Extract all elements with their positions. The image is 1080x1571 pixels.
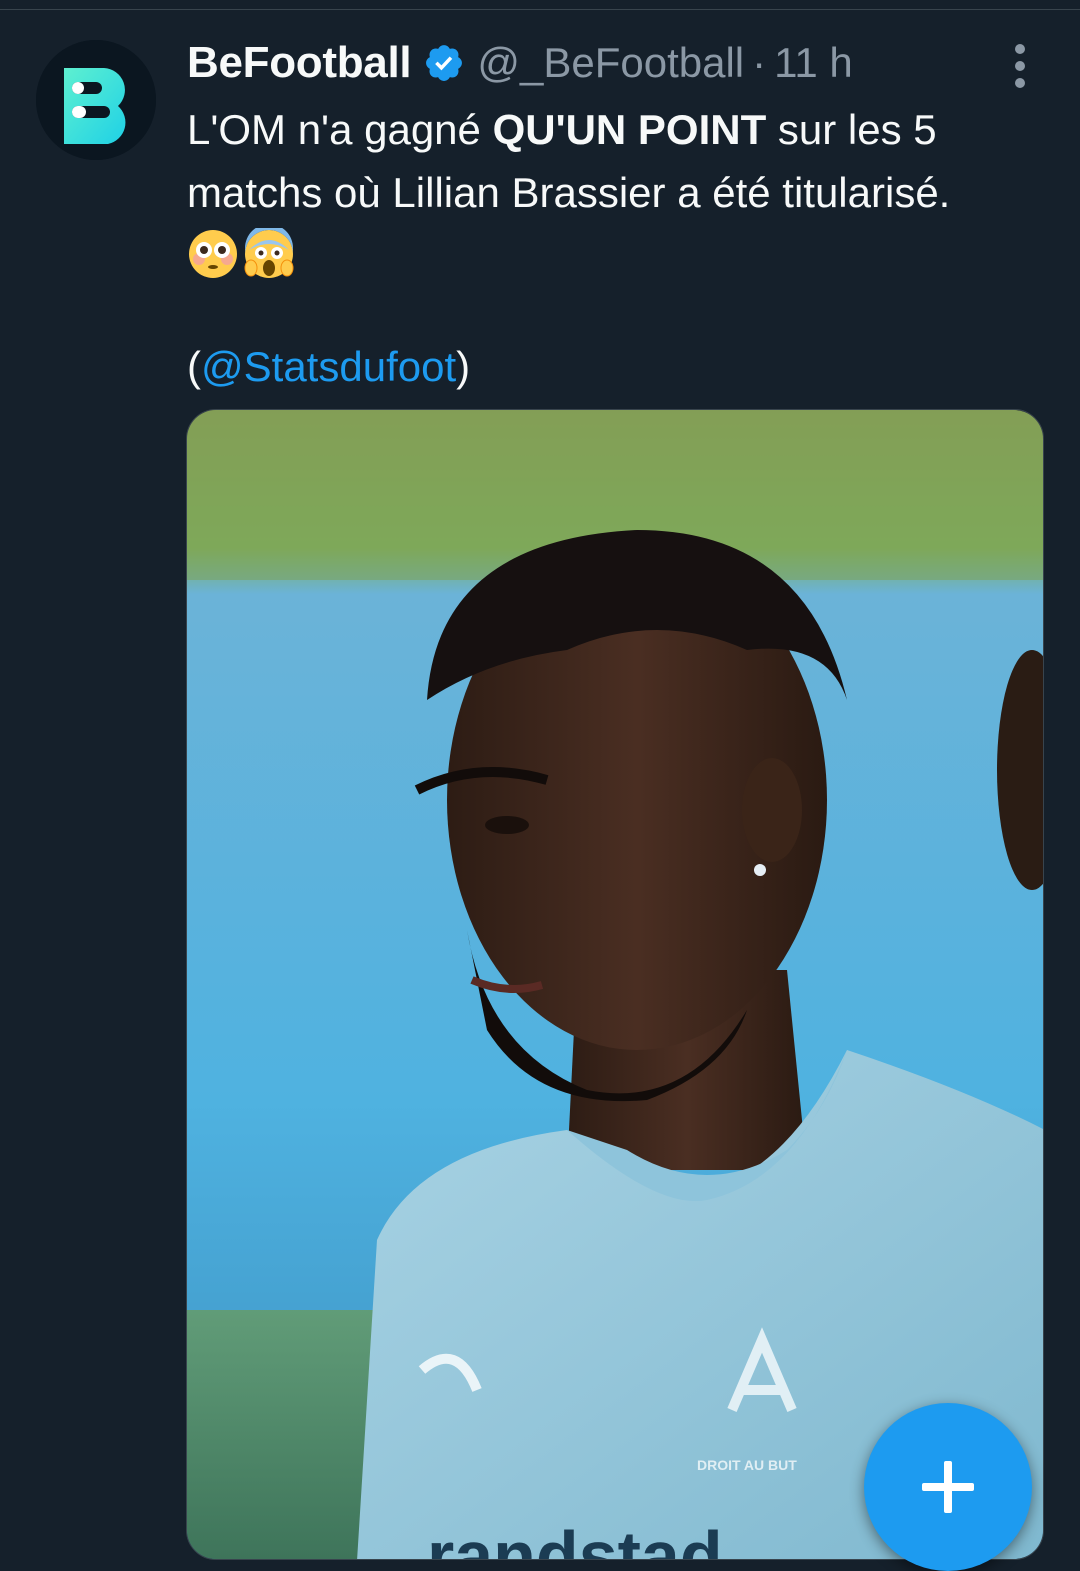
- tweet[interactable]: BeFootball @_BeFootball · 11 h L'OM n'a …: [0, 10, 1080, 1571]
- credit-open-paren: (: [187, 343, 201, 390]
- more-options-icon[interactable]: [1003, 44, 1037, 88]
- tweet-text: L'OM n'a gagné QU'UN POINT sur les 5 mat…: [187, 98, 1047, 287]
- plus-icon: [922, 1461, 974, 1513]
- compose-fab-button[interactable]: [864, 1403, 1032, 1571]
- tweet-timestamp[interactable]: 11 h: [774, 39, 853, 87]
- sponsor-text: randstad: [427, 1517, 723, 1560]
- player-photo: DROIT AU BUT randstad: [187, 410, 1043, 1560]
- tweet-text-bold: QU'UN POINT: [492, 106, 767, 153]
- flushed-face-icon: [187, 228, 239, 280]
- tweet-media-photo[interactable]: DROIT AU BUT randstad: [186, 409, 1044, 1560]
- screaming-face-icon: [243, 224, 295, 280]
- top-divider: [0, 0, 1080, 10]
- author-handle[interactable]: @_BeFootball: [477, 39, 744, 87]
- credit-close-paren: ): [456, 343, 471, 390]
- author-display-name[interactable]: BeFootball: [187, 38, 412, 88]
- tweet-credit: (@Statsdufoot): [187, 335, 470, 398]
- mention-link[interactable]: @Statsdufoot: [201, 343, 456, 390]
- avatar[interactable]: [36, 40, 156, 160]
- separator-dot: ·: [752, 39, 767, 86]
- befootball-logo-icon: [36, 40, 156, 160]
- verified-badge-icon: [423, 42, 465, 84]
- tweet-header: BeFootball @_BeFootball · 11 h: [187, 38, 853, 88]
- jersey-text: DROIT AU BUT: [697, 1457, 797, 1473]
- tweet-text-part1: L'OM n'a gagné: [187, 106, 493, 153]
